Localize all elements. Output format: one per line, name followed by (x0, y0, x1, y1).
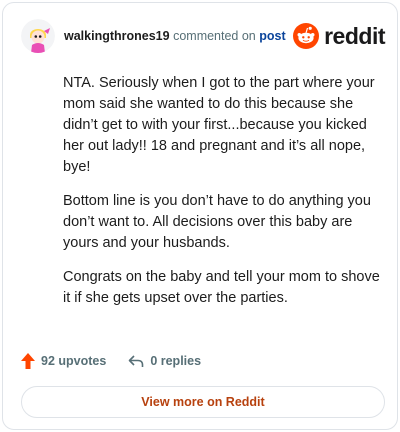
comment-meta: walkingthrones19 commented on post (64, 29, 286, 43)
post-link[interactable]: post (259, 29, 285, 43)
comment-actions: 92 upvotes 0 replies (21, 349, 201, 373)
comment-body: NTA. Seriously when I got to the part wh… (63, 73, 385, 322)
reply-count: 0 replies (150, 354, 202, 368)
comment-header: walkingthrones19 commented on post reddi… (21, 17, 385, 55)
reddit-logo[interactable]: reddit (293, 23, 385, 50)
username-link[interactable]: walkingthrones19 (64, 29, 170, 43)
upvote-button[interactable]: 92 upvotes (21, 353, 106, 369)
commented-on-text: commented on (173, 29, 256, 43)
comment-paragraph: Bottom line is you don’t have to do anyt… (63, 193, 371, 251)
view-more-button[interactable]: View more on Reddit (21, 386, 385, 418)
comment-paragraph: NTA. Seriously when I got to the part wh… (63, 75, 375, 175)
upvote-count: 92 upvotes (41, 354, 107, 368)
comment-card: walkingthrones19 commented on post reddi… (2, 2, 398, 430)
comment-paragraph: Congrats on the baby and tell your mom t… (63, 269, 380, 306)
upvote-arrow-icon (21, 353, 35, 369)
user-avatar[interactable] (21, 19, 55, 53)
reddit-snoo-icon (293, 23, 320, 49)
reply-button[interactable]: 0 replies (128, 354, 201, 368)
reply-arrow-icon (129, 355, 144, 367)
reddit-wordmark: reddit (324, 22, 385, 49)
